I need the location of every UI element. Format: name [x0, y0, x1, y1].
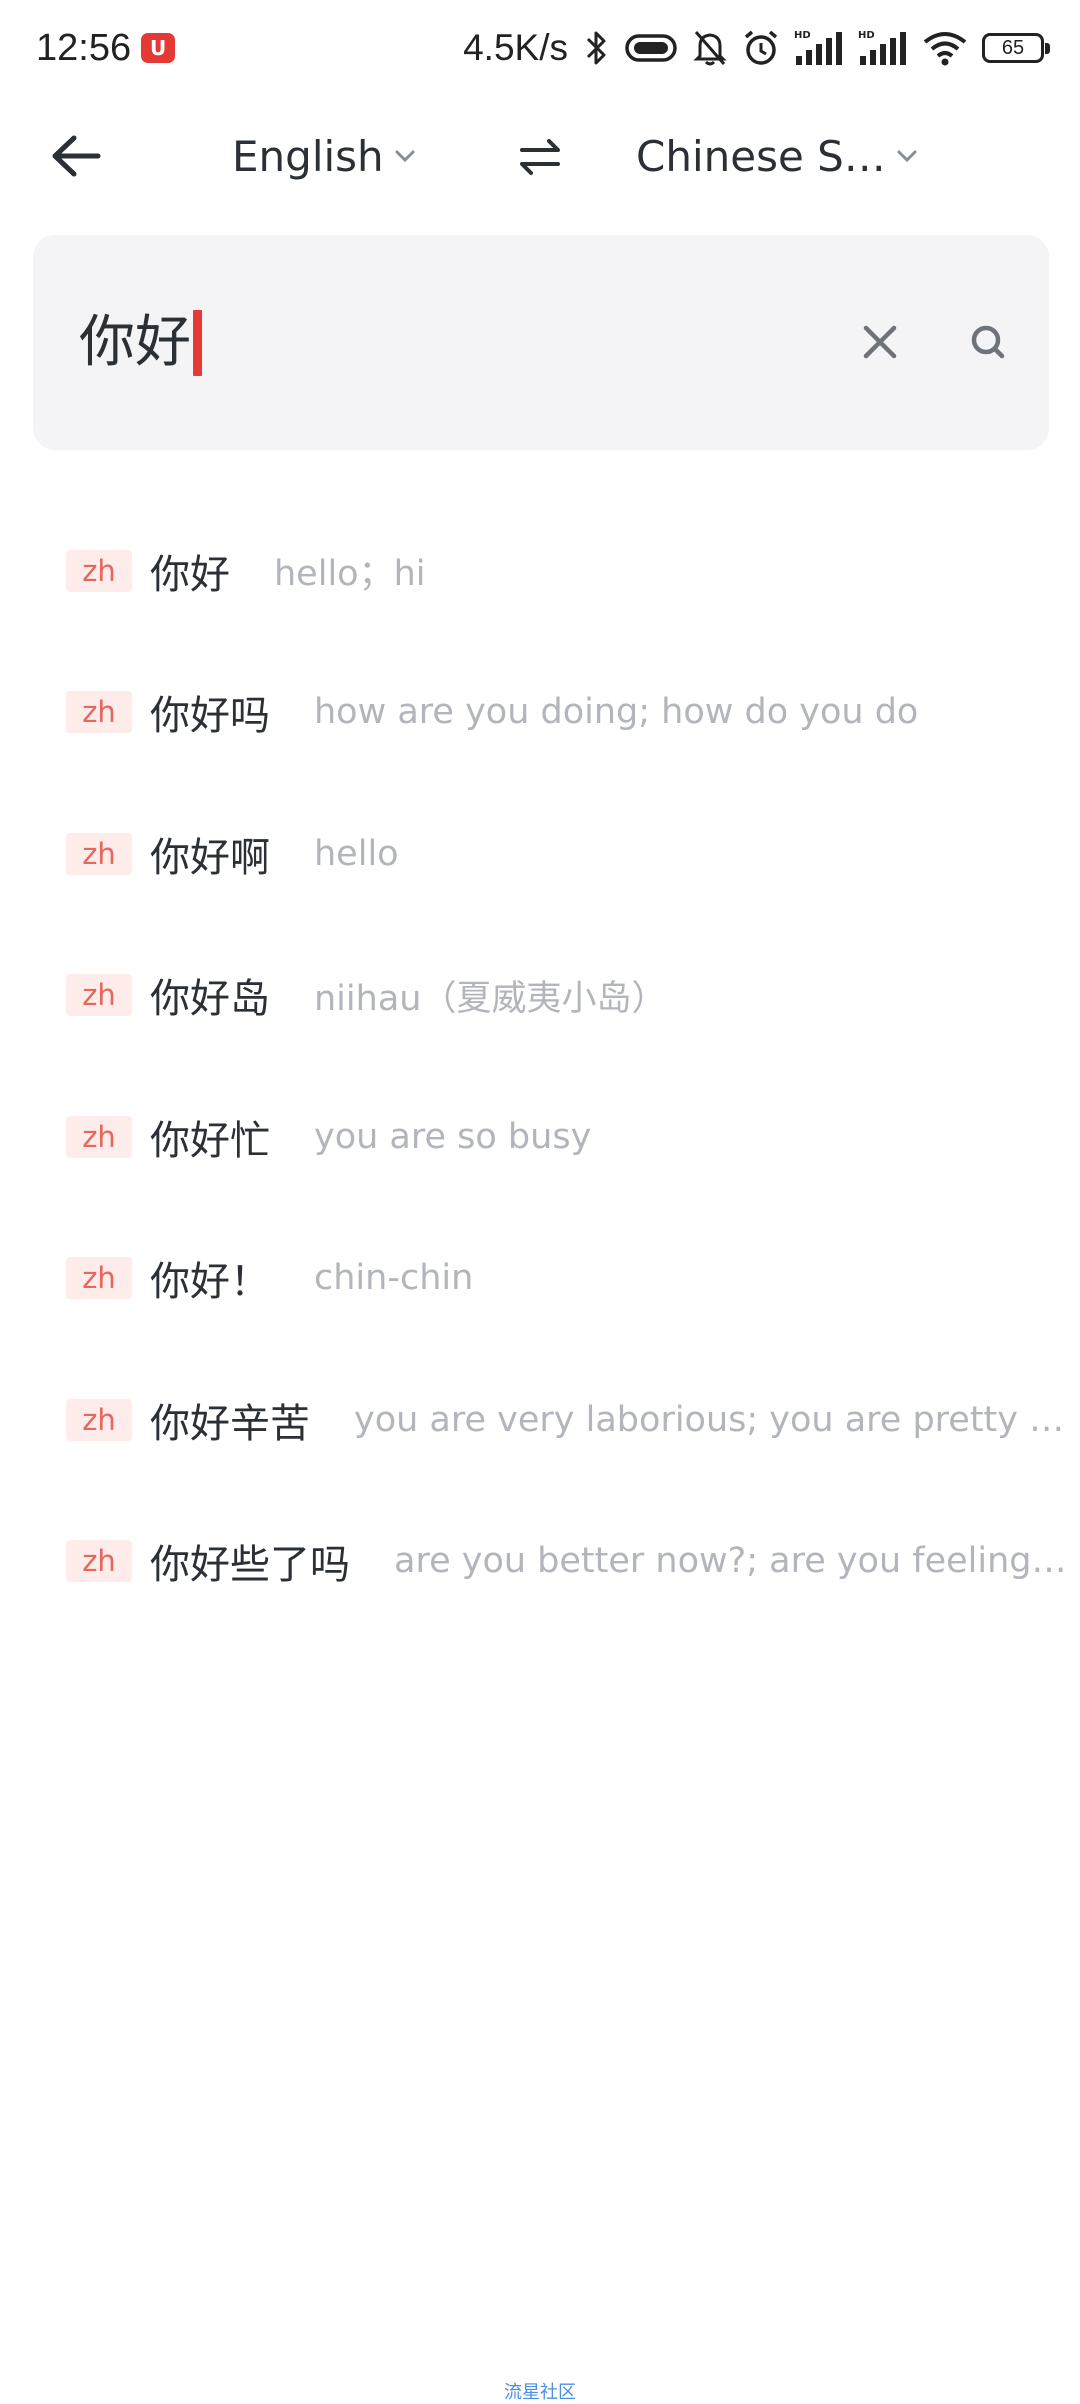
suggestion-item[interactable]: zh 你好 hello；hi — [0, 500, 1080, 642]
suggestion-item[interactable]: zh 你好啊 hello — [0, 783, 1080, 925]
suggestion-item[interactable]: zh 你好辛苦 you are very laborious; you are … — [0, 1349, 1080, 1491]
suggestion-meaning: you are very laborious; you are pretty h… — [354, 1399, 1074, 1440]
suggestion-list: zh 你好 hello；hi zh 你好吗 how are you doing;… — [0, 500, 1080, 1632]
text-cursor — [193, 310, 202, 376]
vibrate-icon — [624, 31, 678, 65]
search-icon — [971, 325, 1005, 359]
signal-hd-icon: HD — [858, 28, 908, 68]
status-left: 12:56 U — [36, 26, 176, 70]
suggestion-item[interactable]: zh 你好！ chin-chin — [0, 1208, 1080, 1350]
suggestion-item[interactable]: zh 你好岛 niihau（夏威夷小岛） — [0, 925, 1080, 1067]
language-tag: zh — [66, 1257, 132, 1300]
language-tag: zh — [66, 832, 132, 875]
suggestion-item[interactable]: zh 你好忙 you are so busy — [0, 1066, 1080, 1208]
search-button[interactable] — [953, 307, 1023, 377]
swap-languages-button[interactable] — [512, 130, 568, 184]
status-right: 4.5K/s HD HD 65 — [463, 27, 1050, 69]
suggestion-word: 你好些了吗 — [150, 1542, 350, 1589]
suggestion-meaning: are you better now?; are you feeling… — [394, 1541, 1067, 1582]
suggestion-meaning: niihau（夏威夷小岛） — [314, 978, 667, 1019]
clear-button[interactable] — [845, 307, 915, 377]
svg-text:HD: HD — [794, 30, 811, 41]
language-tag: zh — [66, 1115, 132, 1158]
translator-header: English Chinese S… — [0, 110, 1080, 202]
status-bar: 12:56 U 4.5K/s HD HD 65 — [0, 0, 1080, 96]
search-input[interactable]: 你好 — [79, 307, 202, 379]
suggestion-word: 你好 — [150, 551, 230, 598]
chevron-down-icon — [897, 150, 917, 163]
swap-icon — [520, 139, 560, 175]
suggestion-word: 你好吗 — [150, 693, 270, 740]
bluetooth-icon — [582, 28, 610, 68]
search-box[interactable]: 你好 — [33, 235, 1049, 450]
battery-icon: 65 — [982, 33, 1050, 63]
target-language-select[interactable]: Chinese S… — [636, 124, 918, 188]
suggestion-word: 你好啊 — [150, 834, 270, 881]
close-icon — [863, 325, 897, 359]
suggestion-item[interactable]: zh 你好吗 how are you doing; how do you do — [0, 642, 1080, 784]
suggestion-word: 你好忙 — [150, 1117, 270, 1164]
network-speed: 4.5K/s — [463, 27, 568, 68]
search-input-value: 你好 — [79, 310, 191, 375]
target-language-label: Chinese S… — [636, 131, 886, 181]
suggestion-meaning: you are so busy — [314, 1116, 592, 1157]
suggestion-meaning: hello — [314, 833, 399, 874]
suggestion-word: 你好！ — [150, 1259, 270, 1306]
source-language-label: English — [232, 131, 384, 181]
status-time: 12:56 — [36, 26, 132, 69]
language-tag: zh — [66, 974, 132, 1017]
language-tag: zh — [66, 1398, 132, 1441]
mute-bell-icon — [692, 28, 728, 68]
suggestion-word: 你好辛苦 — [150, 1400, 310, 1447]
svg-text:HD: HD — [858, 30, 875, 41]
language-tag: zh — [66, 1540, 132, 1583]
source-language-select[interactable]: English — [232, 124, 416, 188]
back-button[interactable] — [44, 128, 108, 184]
suggestion-meaning: hello；hi — [274, 554, 426, 595]
alarm-icon — [742, 28, 780, 68]
watermark-text: 流星社区 — [504, 2382, 576, 2403]
chevron-down-icon — [395, 150, 415, 163]
signal-hd-icon: HD — [794, 28, 844, 68]
suggestion-meaning: chin-chin — [314, 1258, 474, 1299]
suggestion-meaning: how are you doing; how do you do — [314, 692, 919, 733]
language-tag: zh — [66, 549, 132, 592]
wifi-icon — [922, 30, 968, 66]
app-notification-icon: U — [141, 33, 176, 63]
language-tag: zh — [66, 691, 132, 734]
back-arrow-icon — [52, 135, 101, 177]
suggestion-item[interactable]: zh 你好些了吗 are you better now?; are you fe… — [0, 1491, 1080, 1633]
suggestion-word: 你好岛 — [150, 976, 270, 1023]
